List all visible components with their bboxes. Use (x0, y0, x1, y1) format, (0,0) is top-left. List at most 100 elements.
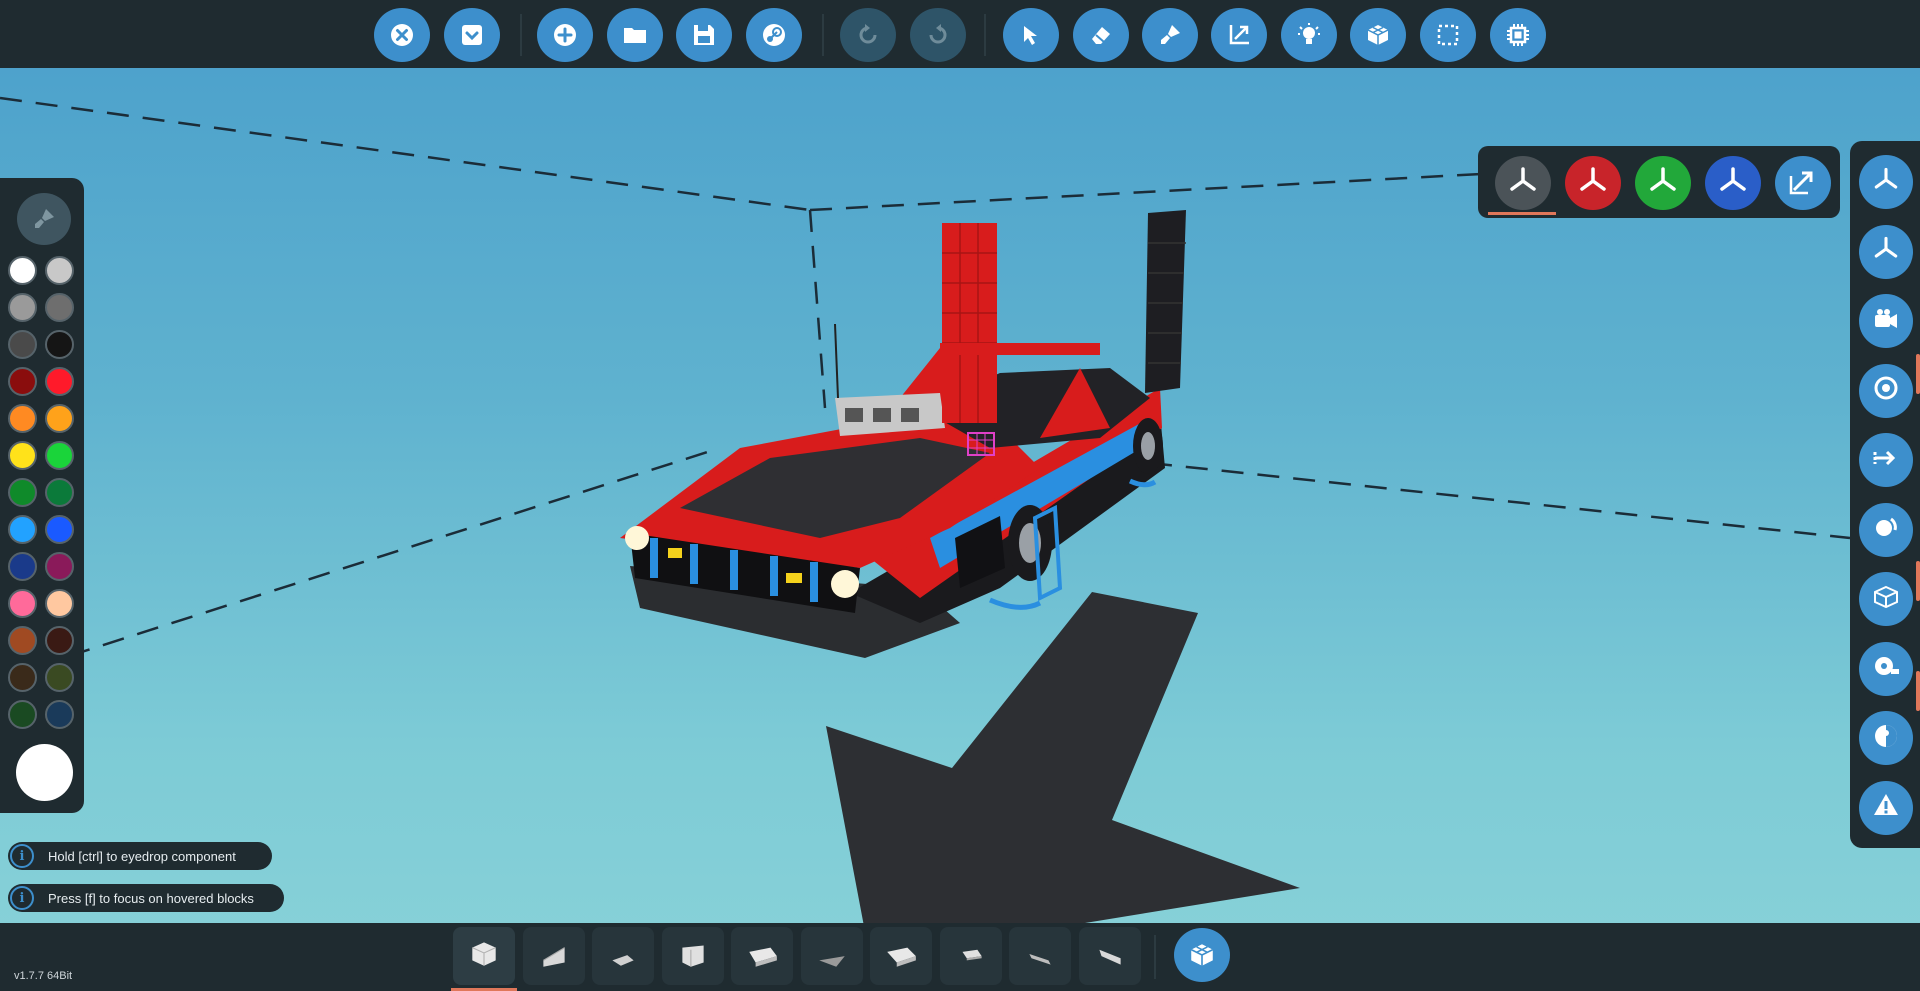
color-swatch[interactable] (45, 330, 74, 359)
hint-text: Hold [ctrl] to eyedrop component (48, 848, 236, 864)
color-swatch[interactable] (8, 663, 37, 692)
dropdown-button[interactable] (444, 8, 500, 62)
logic-chip-button[interactable] (1490, 8, 1546, 62)
box-select-icon (1437, 24, 1459, 46)
color-swatch[interactable] (8, 330, 37, 359)
blocks-tool-button[interactable] (1350, 8, 1406, 62)
color-swatch[interactable] (45, 404, 74, 433)
folder-icon (624, 28, 646, 43)
camera-button[interactable] (1859, 294, 1913, 348)
steam-workshop-button[interactable] (746, 8, 802, 62)
color-swatch[interactable] (45, 663, 74, 692)
small-wedge-block-icon (954, 937, 988, 976)
thin-wedge-block-slot[interactable] (800, 927, 863, 985)
select-cursor-icon (1024, 26, 1037, 45)
slab-block-icon (745, 937, 779, 976)
target-icon (1871, 373, 1901, 408)
slab-block-slot[interactable] (731, 927, 793, 985)
target-button[interactable] (1859, 363, 1913, 418)
current-color-swatch[interactable] (16, 744, 73, 801)
color-swatch[interactable] (8, 367, 37, 396)
measure-icon (1871, 651, 1901, 686)
scroll-indicator[interactable] (1916, 561, 1920, 601)
close-icon (391, 24, 413, 46)
color-swatch[interactable] (8, 256, 37, 285)
scroll-indicator[interactable] (1916, 671, 1920, 711)
close-button[interactable] (374, 8, 430, 62)
dropdown-icon (462, 25, 482, 45)
corner-block-slot[interactable] (661, 927, 724, 985)
rotate-button[interactable] (1859, 502, 1913, 557)
cube-block-slot[interactable] (453, 927, 515, 985)
eyedropper-button[interactable] (17, 193, 71, 245)
color-swatch[interactable] (45, 626, 74, 655)
color-swatch[interactable] (45, 367, 74, 396)
open-folder-button[interactable] (607, 8, 663, 62)
scroll-indicator[interactable] (1916, 354, 1920, 394)
warning-icon (1871, 790, 1901, 825)
axis-z-button[interactable] (1705, 156, 1761, 210)
measure-button[interactable] (1859, 641, 1913, 696)
redo-button[interactable] (910, 8, 966, 62)
warning-button[interactable] (1859, 780, 1913, 835)
axis-x-icon (1576, 164, 1610, 203)
box-select-button[interactable] (1420, 8, 1476, 62)
color-swatch[interactable] (8, 626, 37, 655)
save-icon (694, 25, 714, 45)
select-tool-button[interactable] (1003, 8, 1059, 62)
color-swatch[interactable] (45, 441, 74, 470)
axis-all-button[interactable] (1495, 156, 1551, 210)
info-icon: i (10, 886, 34, 910)
color-swatch[interactable] (8, 552, 37, 581)
pyramid-block-slot[interactable] (592, 927, 654, 985)
bounding-box-button[interactable] (1859, 572, 1913, 626)
color-swatch[interactable] (45, 478, 74, 507)
axis-scale-button[interactable] (1775, 156, 1831, 210)
color-swatch[interactable] (45, 700, 74, 729)
mirror-button[interactable] (1859, 433, 1913, 487)
steam-icon (763, 24, 785, 46)
save-button[interactable] (676, 8, 732, 62)
axis-view-icon (1871, 165, 1901, 200)
axis-x-button[interactable] (1565, 156, 1621, 210)
top-toolbar (0, 0, 1920, 68)
axis-view-alt-button[interactable] (1859, 224, 1913, 279)
color-swatch[interactable] (45, 515, 74, 544)
color-swatch[interactable] (8, 404, 37, 433)
axis-selector (1478, 146, 1840, 218)
hint-text: Press [f] to focus on hovered blocks (48, 890, 254, 906)
light-tool-button[interactable] (1281, 8, 1337, 62)
axis-view-button[interactable] (1859, 155, 1913, 209)
undo-icon (859, 24, 877, 44)
move-resize-icon (1229, 25, 1249, 45)
color-swatch[interactable] (8, 478, 37, 507)
toolbar-divider (984, 14, 986, 56)
color-palette (0, 178, 84, 813)
small-wedge-block-slot[interactable] (939, 927, 1002, 985)
eraser-tool-button[interactable] (1073, 8, 1129, 62)
hotbar-divider (1154, 935, 1156, 979)
long-wedge-block-slot[interactable] (870, 927, 932, 985)
blocks-menu-button[interactable] (1174, 928, 1230, 982)
small-slope-block-slot[interactable] (1078, 927, 1141, 985)
axis-z-icon (1716, 164, 1750, 203)
small-slope-block-icon (1093, 937, 1127, 976)
wedge-block-slot[interactable] (522, 927, 585, 985)
paint-tool-button[interactable] (1142, 8, 1198, 62)
undo-button[interactable] (840, 8, 896, 62)
color-swatch[interactable] (8, 589, 37, 618)
color-swatch[interactable] (8, 441, 37, 470)
axis-y-button[interactable] (1635, 156, 1691, 210)
color-swatch[interactable] (45, 293, 74, 322)
color-swatch[interactable] (45, 256, 74, 285)
move-tool-button[interactable] (1211, 8, 1267, 62)
color-swatch[interactable] (45, 589, 74, 618)
center-of-mass-button[interactable] (1859, 711, 1913, 765)
thin-slope-block-slot[interactable] (1009, 927, 1071, 985)
vehicle-model[interactable] (620, 210, 1186, 658)
color-swatch[interactable] (45, 552, 74, 581)
color-swatch[interactable] (8, 293, 37, 322)
color-swatch[interactable] (8, 515, 37, 544)
color-swatch[interactable] (8, 700, 37, 729)
new-creation-button[interactable] (537, 8, 593, 62)
